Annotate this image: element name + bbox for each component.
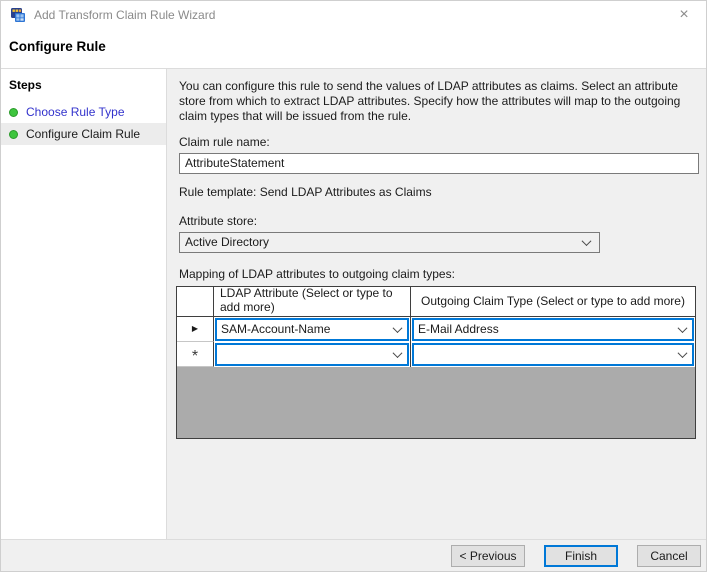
chevron-down-icon xyxy=(581,235,592,246)
wizard-dialog: Add Transform Claim Rule Wizard × Config… xyxy=(0,0,707,572)
cancel-button[interactable]: Cancel xyxy=(637,544,701,567)
dialog-body: Steps Choose Rule Type Configure Claim R… xyxy=(1,68,706,539)
heading-row: Configure Rule xyxy=(1,28,706,68)
chevron-down-icon xyxy=(677,322,688,333)
ldap-attribute-select[interactable]: SAM-Account-Name xyxy=(215,317,409,341)
ldap-attribute-select[interactable] xyxy=(215,342,409,366)
rule-template-text: Rule template: Send LDAP Attributes as C… xyxy=(179,184,432,199)
grid-empty-area xyxy=(177,366,695,438)
column-header-ldap-attribute[interactable]: LDAP Attribute (Select or type to add mo… xyxy=(214,286,411,316)
mapping-grid: LDAP Attribute (Select or type to add mo… xyxy=(176,285,696,439)
attribute-store-value: Active Directory xyxy=(185,235,270,250)
outgoing-claim-type-value: E-Mail Address xyxy=(418,322,499,337)
step-label: Configure Claim Rule xyxy=(26,127,141,141)
mapping-label: Mapping of LDAP attributes to outgoing c… xyxy=(179,266,455,281)
outgoing-claim-type-cell: E-Mail Address xyxy=(411,316,695,342)
current-row-arrow-icon: ▶ xyxy=(191,324,199,334)
claim-rule-name-label: Claim rule name: xyxy=(179,134,270,149)
step-complete-dot-icon xyxy=(9,107,18,117)
close-button[interactable]: × xyxy=(671,4,697,26)
step-complete-dot-icon xyxy=(9,129,18,139)
step-label: Choose Rule Type xyxy=(26,105,125,119)
ldap-attribute-cell: SAM-Account-Name xyxy=(214,316,411,342)
claim-rule-name-input[interactable] xyxy=(179,152,699,174)
grid-header-row: LDAP Attribute (Select or type to add mo… xyxy=(177,286,695,317)
table-row-new: * xyxy=(177,341,695,367)
finish-button[interactable]: Finish xyxy=(544,544,618,567)
title-bar: Add Transform Claim Rule Wizard × xyxy=(1,1,706,28)
adfs-wizard-icon xyxy=(11,7,25,22)
ldap-attribute-cell xyxy=(214,341,411,367)
button-bar: < Previous Finish Cancel xyxy=(1,539,706,571)
row-selector-cell[interactable]: * xyxy=(177,341,214,367)
grid-corner-cell xyxy=(177,286,214,316)
outgoing-claim-type-select[interactable] xyxy=(412,342,694,366)
chevron-down-icon xyxy=(392,347,403,358)
window-title: Add Transform Claim Rule Wizard xyxy=(34,7,216,22)
page-title: Configure Rule xyxy=(9,39,106,54)
steps-sidebar: Steps Choose Rule Type Configure Claim R… xyxy=(1,69,167,539)
sidebar-item-choose-rule-type[interactable]: Choose Rule Type xyxy=(1,101,166,123)
sidebar-item-configure-claim-rule[interactable]: Configure Claim Rule xyxy=(1,123,166,145)
ldap-attribute-value: SAM-Account-Name xyxy=(221,322,331,337)
table-row: ▶ SAM-Account-Name E-Mail Address xyxy=(177,316,695,342)
column-header-outgoing-claim-type[interactable]: Outgoing Claim Type (Select or type to a… xyxy=(411,286,695,316)
attribute-store-label: Attribute store: xyxy=(179,213,258,228)
steps-heading: Steps xyxy=(9,78,42,92)
chevron-down-icon xyxy=(677,347,688,358)
attribute-store-select[interactable]: Active Directory xyxy=(179,231,600,253)
outgoing-claim-type-cell xyxy=(411,341,695,367)
chevron-down-icon xyxy=(392,322,403,333)
content-panel: You can configure this rule to send the … xyxy=(167,69,706,539)
row-selector-cell[interactable]: ▶ xyxy=(177,316,214,342)
outgoing-claim-type-select[interactable]: E-Mail Address xyxy=(412,317,694,341)
previous-button[interactable]: < Previous xyxy=(451,544,525,567)
rule-description: You can configure this rule to send the … xyxy=(179,79,681,123)
